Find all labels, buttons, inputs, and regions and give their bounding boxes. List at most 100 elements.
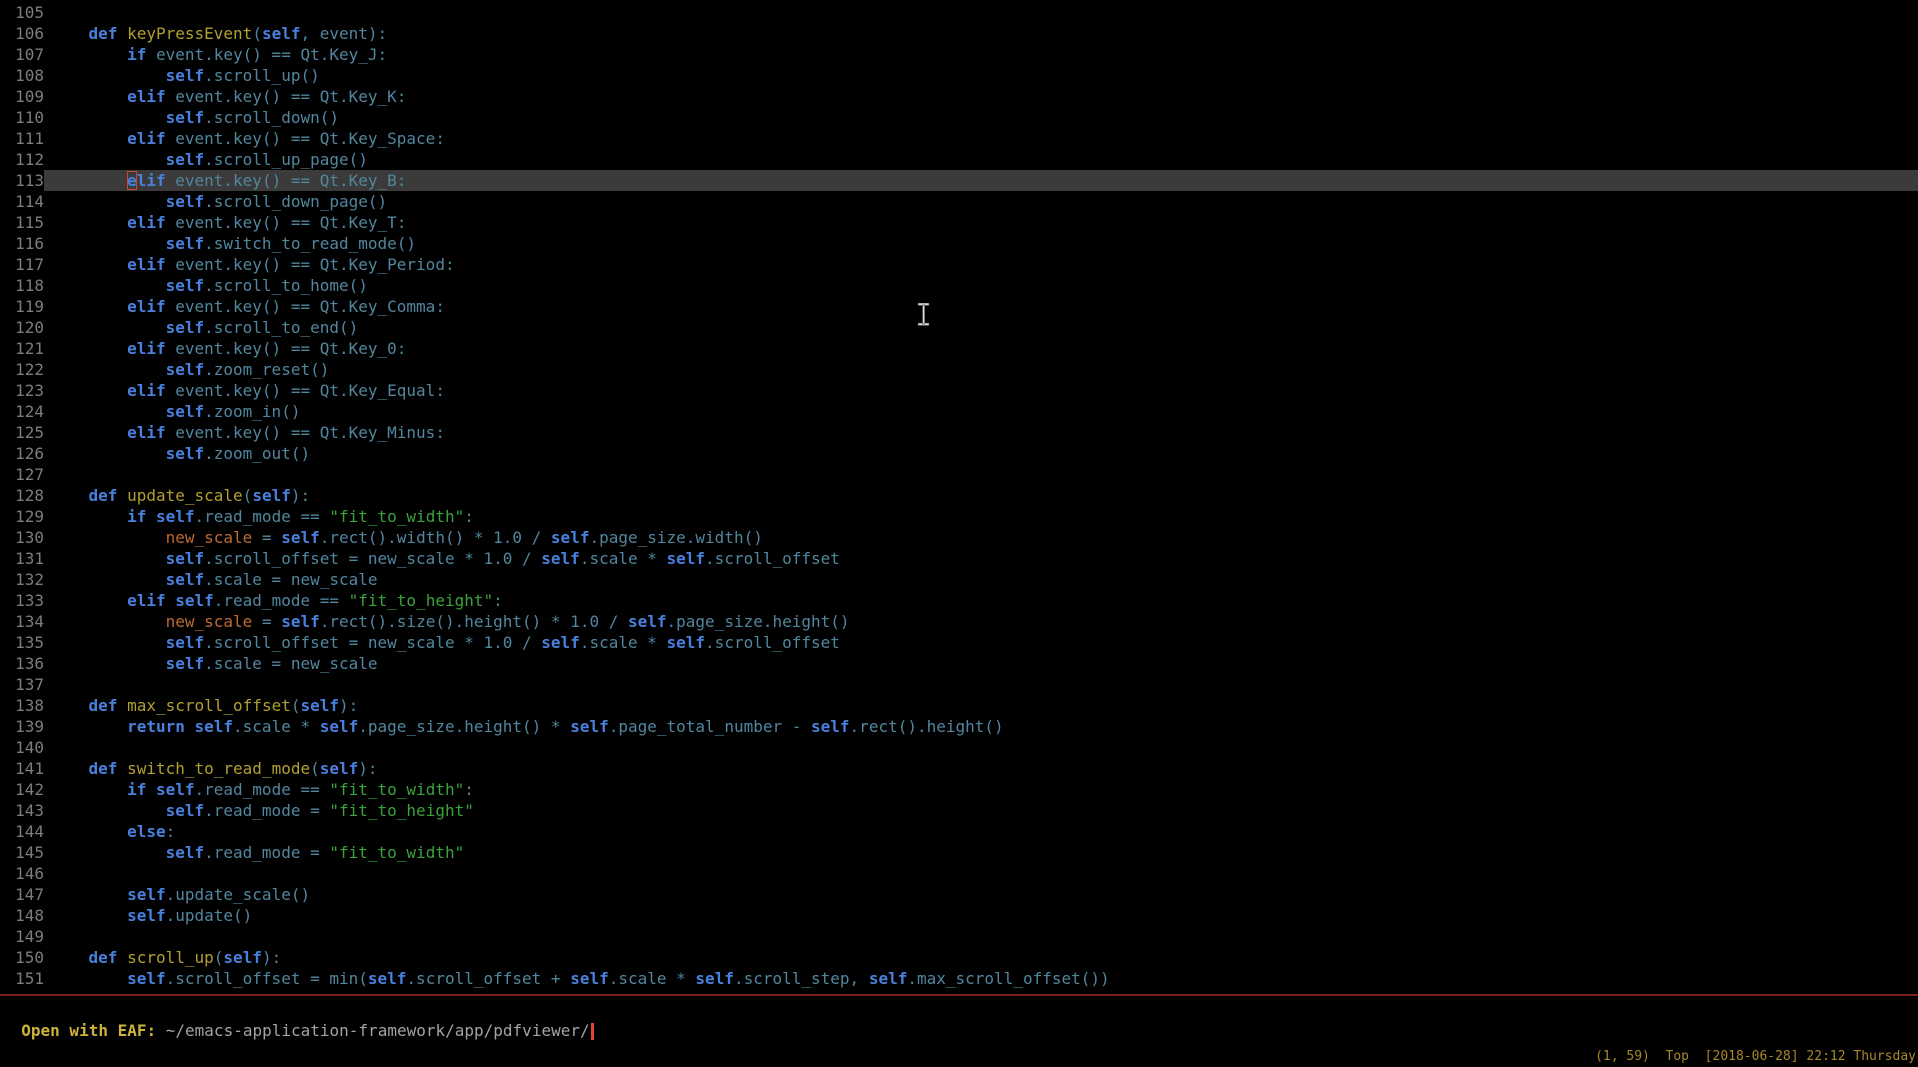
line-number: 150: [0, 947, 44, 968]
code-token: [50, 402, 166, 421]
code-line[interactable]: 125 elif event.key() == Qt.Key_Minus:: [0, 422, 1918, 443]
code-line[interactable]: 142 if self.read_mode == "fit_to_width":: [0, 779, 1918, 800]
code-token: .rect().height(): [850, 717, 1004, 736]
code-line[interactable]: 117 elif event.key() == Qt.Key_Period:: [0, 254, 1918, 275]
line-text: if event.key() == Qt.Key_J:: [44, 44, 1918, 65]
code-line[interactable]: 113 elif event.key() == Qt.Key_B:: [0, 170, 1918, 191]
code-line[interactable]: 150 def scroll_up(self):: [0, 947, 1918, 968]
code-line[interactable]: 140: [0, 737, 1918, 758]
code-line[interactable]: 133 elif self.read_mode == "fit_to_heigh…: [0, 590, 1918, 611]
code-token: .read_mode ==: [214, 591, 349, 610]
code-token: .zoom_in(): [204, 402, 300, 421]
code-token: [50, 591, 127, 610]
code-token: self: [127, 885, 166, 904]
code-line[interactable]: 134 new_scale = self.rect().size().heigh…: [0, 611, 1918, 632]
code-line[interactable]: 122 self.zoom_reset(): [0, 359, 1918, 380]
code-token: self: [300, 696, 339, 715]
code-token: scroll_up: [127, 948, 214, 967]
code-line[interactable]: 116 self.switch_to_read_mode(): [0, 233, 1918, 254]
line-number: 107: [0, 44, 44, 65]
code-line[interactable]: 149: [0, 926, 1918, 947]
line-number: 151: [0, 968, 44, 989]
code-token: (: [310, 759, 320, 778]
code-line[interactable]: 112 self.scroll_up_page(): [0, 149, 1918, 170]
line-text: self.scroll_to_home(): [44, 275, 1918, 296]
code-line[interactable]: 141 def switch_to_read_mode(self):: [0, 758, 1918, 779]
code-line[interactable]: 143 self.read_mode = "fit_to_height": [0, 800, 1918, 821]
code-line[interactable]: 126 self.zoom_out(): [0, 443, 1918, 464]
code-line[interactable]: 139 return self.scale * self.page_size.h…: [0, 716, 1918, 737]
code-area[interactable]: 105106 def keyPressEvent(self, event):10…: [0, 2, 1918, 989]
line-text: self.scroll_offset = new_scale * 1.0 / s…: [44, 548, 1918, 569]
line-number: 132: [0, 569, 44, 590]
code-token: [50, 129, 127, 148]
code-line[interactable]: 131 self.scroll_offset = new_scale * 1.0…: [0, 548, 1918, 569]
code-line[interactable]: 146: [0, 863, 1918, 884]
code-line[interactable]: 105: [0, 2, 1918, 23]
code-token: [50, 528, 166, 547]
code-line[interactable]: 136 self.scale = new_scale: [0, 653, 1918, 674]
status-line: (1, 59) Top [2018-06-28] 22:12 Thursday: [1579, 1025, 1916, 1046]
line-number: 115: [0, 212, 44, 233]
code-token: [50, 192, 166, 211]
code-line[interactable]: 108 self.scroll_up(): [0, 65, 1918, 86]
code-token: if: [127, 507, 146, 526]
code-line[interactable]: 111 elif event.key() == Qt.Key_Space:: [0, 128, 1918, 149]
line-text: [44, 737, 1918, 758]
code-line[interactable]: 130 new_scale = self.rect().width() * 1.…: [0, 527, 1918, 548]
minibuffer[interactable]: Open with EAF: ~/emacs-application-frame…: [2, 999, 594, 1020]
code-line[interactable]: 124 self.zoom_in(): [0, 401, 1918, 422]
code-token: new_scale: [166, 612, 253, 631]
code-token: [117, 486, 127, 505]
code-line[interactable]: 148 self.update(): [0, 905, 1918, 926]
line-text: [44, 926, 1918, 947]
code-token: max_scroll_offset: [127, 696, 291, 715]
code-line[interactable]: 114 self.scroll_down_page(): [0, 191, 1918, 212]
code-line[interactable]: 107 if event.key() == Qt.Key_J:: [0, 44, 1918, 65]
code-line[interactable]: 109 elif event.key() == Qt.Key_K:: [0, 86, 1918, 107]
code-token: [50, 822, 127, 841]
code-token: [50, 759, 89, 778]
code-line[interactable]: 137: [0, 674, 1918, 695]
code-line[interactable]: 118 self.scroll_to_home(): [0, 275, 1918, 296]
code-token: .scroll_offset: [705, 549, 840, 568]
code-line[interactable]: 121 elif event.key() == Qt.Key_0:: [0, 338, 1918, 359]
code-token: .scroll_down(): [204, 108, 339, 127]
line-text: self.zoom_in(): [44, 401, 1918, 422]
code-line[interactable]: 132 self.scale = new_scale: [0, 569, 1918, 590]
mouse-ibeam-cursor: [917, 303, 930, 326]
code-line[interactable]: 135 self.scroll_offset = new_scale * 1.0…: [0, 632, 1918, 653]
code-line[interactable]: 129 if self.read_mode == "fit_to_width":: [0, 506, 1918, 527]
code-line[interactable]: 127: [0, 464, 1918, 485]
code-token: [50, 297, 127, 316]
line-text: self.scroll_offset = new_scale * 1.0 / s…: [44, 632, 1918, 653]
code-line[interactable]: 106 def keyPressEvent(self, event):: [0, 23, 1918, 44]
line-number: 125: [0, 422, 44, 443]
code-line[interactable]: 151 self.scroll_offset = min(self.scroll…: [0, 968, 1918, 989]
code-line[interactable]: 128 def update_scale(self):: [0, 485, 1918, 506]
line-number: 121: [0, 338, 44, 359]
code-line[interactable]: 120 self.scroll_to_end(): [0, 317, 1918, 338]
code-token: .scroll_to_end(): [204, 318, 358, 337]
code-token: :: [493, 591, 503, 610]
line-number: 139: [0, 716, 44, 737]
code-line[interactable]: 123 elif event.key() == Qt.Key_Equal:: [0, 380, 1918, 401]
line-number: 136: [0, 653, 44, 674]
code-token: [50, 801, 166, 820]
code-line[interactable]: 115 elif event.key() == Qt.Key_T:: [0, 212, 1918, 233]
line-number: 127: [0, 464, 44, 485]
code-token: self: [195, 717, 234, 736]
minibuffer-input[interactable]: ~/emacs-application-framework/app/pdfvie…: [166, 1021, 590, 1040]
code-line[interactable]: 138 def max_scroll_offset(self):: [0, 695, 1918, 716]
code-line[interactable]: 147 self.update_scale(): [0, 884, 1918, 905]
code-line[interactable]: 144 else:: [0, 821, 1918, 842]
code-line[interactable]: 145 self.read_mode = "fit_to_width": [0, 842, 1918, 863]
code-line[interactable]: 119 elif event.key() == Qt.Key_Comma:: [0, 296, 1918, 317]
line-number: 105: [0, 2, 44, 23]
line-text: [44, 674, 1918, 695]
code-token: [50, 843, 166, 862]
code-line[interactable]: 110 self.scroll_down(): [0, 107, 1918, 128]
code-token: .zoom_out(): [204, 444, 310, 463]
code-token: [117, 948, 127, 967]
code-token: lif: [137, 171, 166, 190]
